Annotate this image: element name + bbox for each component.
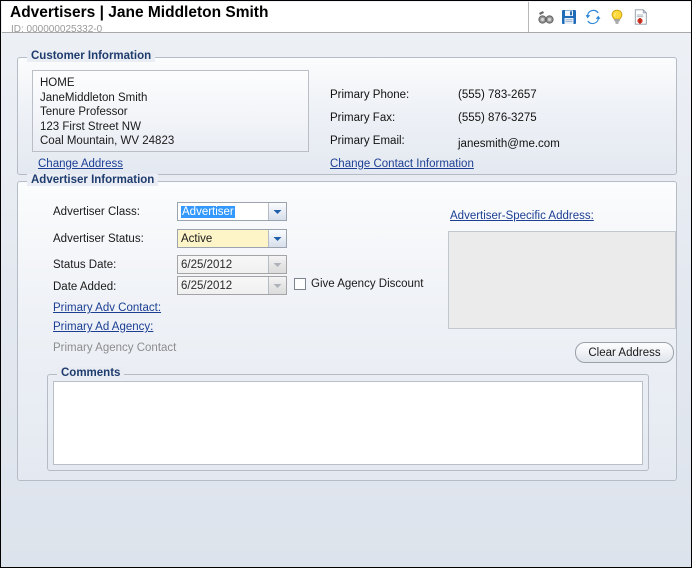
clear-address-button[interactable]: Clear Address	[575, 342, 674, 363]
status-date-chevron-down-icon	[268, 256, 286, 273]
customer-information-group: Customer Information HOME JaneMiddleton …	[17, 57, 677, 175]
change-contact-information-link[interactable]: Change Contact Information	[330, 158, 474, 170]
advertiser-status-combobox[interactable]: Active	[177, 229, 287, 248]
primary-phone-label: Primary Phone:	[330, 89, 409, 101]
address-line-5: Coal Mountain, WV 24823	[40, 134, 301, 149]
primary-fax-label: Primary Fax:	[330, 112, 395, 124]
address-line-4: 123 First Street NW	[40, 120, 301, 135]
refresh-icon-button[interactable]	[581, 5, 605, 29]
comments-group: Comments	[47, 374, 649, 471]
primary-ad-agency-link[interactable]: Primary Ad Agency:	[53, 321, 153, 333]
primary-fax-value: (555) 876-3275	[458, 112, 537, 124]
give-agency-discount-label: Give Agency Discount	[311, 278, 424, 290]
advertiser-status-label: Advertiser Status:	[53, 233, 144, 245]
advertiser-class-chevron-down-icon[interactable]	[268, 203, 286, 220]
date-added-label: Date Added:	[53, 281, 116, 293]
address-line-2: JaneMiddleton Smith	[40, 91, 301, 106]
advertiser-specific-address-box[interactable]	[448, 231, 676, 329]
customer-information-legend: Customer Information	[27, 50, 155, 62]
advertiser-information-group: Advertiser Information Advertiser Class:…	[17, 181, 677, 481]
advertiser-record-window: Advertisers | Jane Middleton Smith ID: 0…	[0, 0, 692, 568]
customer-address-display: HOME JaneMiddleton Smith Tenure Professo…	[32, 70, 309, 152]
give-agency-discount-checkbox[interactable]	[294, 278, 306, 290]
primary-email-value: janesmith@me.com	[458, 138, 560, 150]
advertiser-class-value: Advertiser	[181, 206, 235, 218]
address-line-3: Tenure Professor	[40, 105, 301, 120]
page-title: Advertisers | Jane Middleton Smith	[10, 4, 268, 22]
advertiser-status-value: Active	[178, 230, 268, 247]
binoculars-icon-button[interactable]	[533, 5, 557, 29]
date-added-field[interactable]: 6/25/2012	[177, 276, 287, 295]
advertiser-information-legend: Advertiser Information	[27, 174, 158, 186]
advertiser-class-value-wrapper: Advertiser	[178, 203, 268, 220]
advertiser-class-label: Advertiser Class:	[53, 206, 140, 218]
address-line-1: HOME	[40, 76, 301, 91]
save-icon-button[interactable]	[557, 5, 581, 29]
advertiser-class-combobox[interactable]: Advertiser	[177, 202, 287, 221]
status-date-field[interactable]: 6/25/2012	[177, 255, 287, 274]
report-icon-button[interactable]	[629, 5, 653, 29]
binoculars-icon	[537, 10, 554, 25]
give-agency-discount-row: Give Agency Discount	[294, 278, 424, 290]
primary-adv-contact-link[interactable]: Primary Adv Contact:	[53, 302, 161, 314]
primary-agency-contact-label: Primary Agency Contact	[53, 342, 176, 354]
comments-textarea[interactable]	[53, 381, 643, 465]
lightbulb-icon-button[interactable]	[605, 5, 629, 29]
report-icon	[634, 9, 649, 25]
primary-email-label: Primary Email:	[330, 135, 405, 147]
change-address-link[interactable]: Change Address	[38, 158, 123, 170]
date-added-value: 6/25/2012	[178, 277, 268, 294]
date-added-chevron-down-icon	[268, 277, 286, 294]
primary-phone-value: (555) 783-2657	[458, 89, 537, 101]
record-id-label: ID: 000000025332-0	[11, 24, 102, 35]
status-date-label: Status Date:	[53, 259, 116, 271]
refresh-icon	[585, 9, 601, 25]
lightbulb-icon	[609, 9, 625, 25]
status-date-value: 6/25/2012	[178, 256, 268, 273]
save-icon	[561, 9, 577, 25]
advertiser-specific-address-link[interactable]: Advertiser-Specific Address:	[450, 210, 594, 222]
advertiser-status-chevron-down-icon[interactable]	[268, 230, 286, 247]
toolbar	[528, 2, 691, 32]
comments-legend: Comments	[57, 367, 124, 379]
